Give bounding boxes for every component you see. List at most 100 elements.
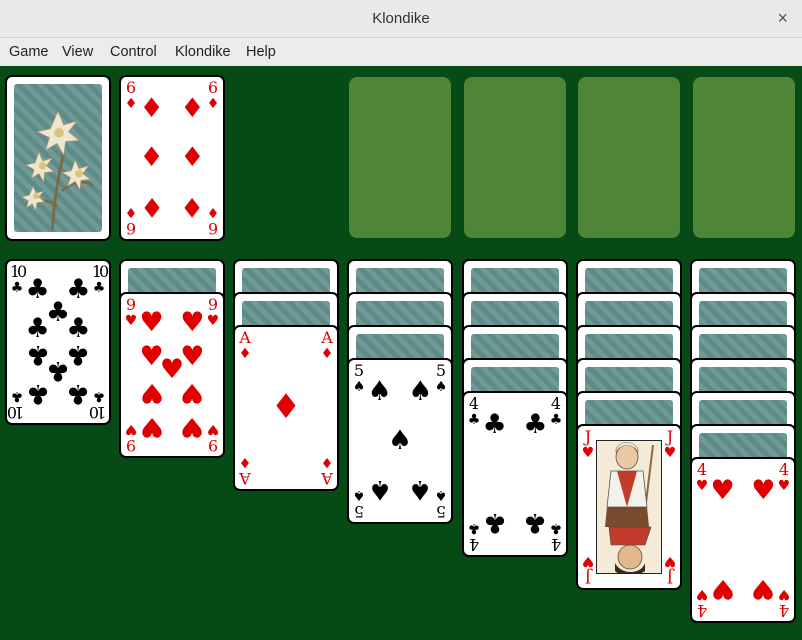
suit-pip-icon: ♥ <box>139 376 164 408</box>
suit-pip-icon: ♣ <box>25 313 50 345</box>
suit-pip-icon: ♦ <box>180 93 205 125</box>
card-rank: 9 <box>125 436 137 455</box>
card-rank: 4 <box>550 394 562 413</box>
card-corner: J ♥ <box>580 427 596 462</box>
tableau-card[interactable]: 10 ♣ 10 ♣ 10 ♣ 10 ♣ ♣ ♣ ♣ ♣ ♣ ♣ ♣ ♣ ♣ ♣ <box>5 259 111 425</box>
card-corner: 6 ♦ <box>123 80 139 113</box>
card-corner: J ♥ <box>662 553 678 587</box>
suit-pip-icon: ♠ <box>387 425 413 456</box>
suit-pip-icon: ♠ <box>408 376 433 408</box>
card-rank: 4 <box>696 460 708 479</box>
tableau-card[interactable]: A ♦ A ♦ A ♦ A ♦ ♦ <box>233 325 339 491</box>
card-suit-icon: ♥ <box>581 553 595 569</box>
close-icon[interactable]: × <box>777 8 788 29</box>
card-suit-icon: ♥ <box>777 478 791 494</box>
card-rank: J <box>584 427 592 446</box>
suit-pip-icon: ♥ <box>751 475 776 507</box>
suit-pip-icon: ♠ <box>408 473 433 505</box>
card-suit-icon: ♥ <box>663 445 677 461</box>
suit-pip-icon: ♦ <box>139 142 164 173</box>
suit-pip-icon: ♥ <box>710 572 735 604</box>
card-suit-icon: ♦ <box>320 454 334 470</box>
card-corner: A ♦ <box>237 454 253 488</box>
card-rank: 9 <box>207 295 219 314</box>
card-rank: A <box>321 469 333 488</box>
card-suit-icon: ♣ <box>467 412 481 428</box>
waste-top-card[interactable]: 6 ♦ 6 ♦ 6 ♦ 6 ♦ ♦ ♦ ♦ ♦ ♦ ♦ <box>119 75 225 241</box>
card-corner: 4 ♥ <box>694 460 710 495</box>
menu-klondike[interactable]: Klondike <box>175 44 231 60</box>
suit-pip-icon: ♥ <box>139 307 164 339</box>
card-back-art <box>14 84 102 232</box>
game-table: 6 ♦ 6 ♦ 6 ♦ 6 ♦ ♦ ♦ ♦ ♦ ♦ ♦ 10 ♣ 10 ♣ 10 ♣ 10 ♣ ♣ ♣ ♣ ♣ ♣ ♣ ♣ ♣ ♣ ♣ 9 ♥ 9… <box>0 66 802 640</box>
card-suit-icon: ♠ <box>434 487 448 503</box>
window-title: Klondike <box>372 10 430 27</box>
tableau-card[interactable]: 4 ♣ 4 ♣ 4 ♣ 4 ♣ ♣ ♣ ♣ ♣ <box>462 391 568 557</box>
menu-help[interactable]: Help <box>246 44 276 60</box>
card-corner: 4 ♥ <box>694 586 710 620</box>
card-suit-icon: ♠ <box>352 379 366 395</box>
suit-pip-icon: ♦ <box>180 142 205 173</box>
foundation-slot[interactable] <box>692 77 795 238</box>
card-corner: A ♦ <box>237 328 253 363</box>
card-corner: 4 ♥ <box>776 462 792 495</box>
card-corner: 4 ♣ <box>548 520 564 554</box>
suit-pip-icon: ♥ <box>139 410 164 442</box>
card-rank: A <box>239 469 251 488</box>
card-rank: 4 <box>468 394 480 413</box>
card-corner: 6 ♦ <box>205 204 221 238</box>
card-suit-icon: ♦ <box>124 204 138 220</box>
card-corner: A ♦ <box>319 454 335 488</box>
stock-pile[interactable] <box>5 75 111 241</box>
card-corner: 4 ♣ <box>466 520 482 554</box>
foundation-slot[interactable] <box>349 77 451 238</box>
card-rank: A <box>321 328 333 347</box>
suit-pip-icon: ♠ <box>367 376 392 408</box>
card-suit-icon: ♣ <box>92 280 106 296</box>
card-corner: J ♥ <box>662 429 678 462</box>
tableau-card[interactable]: J ♥ J ♥ J ♥ J ♥ <box>576 424 682 590</box>
card-corner: 10 ♣ <box>9 262 27 297</box>
card-suit-icon: ♥ <box>124 313 138 329</box>
tableau-card[interactable]: 5 ♠ 5 ♠ 5 ♠ 5 ♠ ♠ ♠ ♠ ♠ ♠ <box>347 358 453 524</box>
card-suit-icon: ♦ <box>124 96 138 112</box>
card-suit-icon: ♥ <box>695 586 709 602</box>
tableau-card[interactable]: 9 ♥ 9 ♥ 9 ♥ 9 ♥ ♥ ♥ ♥ ♥ ♥ ♥ ♥ ♥ ♥ <box>119 292 225 458</box>
card-suit-icon: ♥ <box>777 586 791 602</box>
suit-pip-icon: ♥ <box>180 410 205 442</box>
card-suit-icon: ♥ <box>206 421 220 437</box>
title-bar: Klondike × <box>0 0 802 38</box>
menu-game[interactable]: Game <box>9 44 49 60</box>
suit-pip-icon: ♣ <box>66 313 91 345</box>
card-rank: 10 <box>91 403 107 422</box>
suit-pip-icon: ♦ <box>270 387 302 427</box>
card-corner: J ♥ <box>580 553 596 587</box>
card-rank: 5 <box>435 361 447 380</box>
card-corner: 6 ♦ <box>205 78 221 113</box>
card-rank: 6 <box>125 219 137 238</box>
foundation-slot[interactable] <box>463 77 566 238</box>
card-rank: 5 <box>353 361 365 380</box>
card-suit-icon: ♥ <box>695 478 709 494</box>
card-suit-icon: ♥ <box>124 421 138 437</box>
card-corner: 4 ♣ <box>466 394 482 429</box>
card-corner: 9 ♥ <box>123 421 139 455</box>
menu-view[interactable]: View <box>62 44 93 60</box>
card-rank: 10 <box>9 262 27 281</box>
card-corner: 9 ♥ <box>123 297 139 330</box>
tableau-card[interactable]: 4 ♥ 4 ♥ 4 ♥ 4 ♥ ♥ ♥ ♥ ♥ <box>690 457 796 623</box>
card-suit-icon: ♣ <box>549 412 563 428</box>
foundation-slot[interactable] <box>578 77 680 238</box>
card-rank: 10 <box>9 403 25 422</box>
suit-pip-icon: ♣ <box>25 377 50 409</box>
card-rank: A <box>239 328 251 347</box>
card-corner: 4 ♣ <box>548 394 564 429</box>
menu-control[interactable]: Control <box>110 44 157 60</box>
card-rank: 10 <box>91 262 109 281</box>
card-rank: 4 <box>550 535 562 554</box>
suit-pip-icon: ♦ <box>180 190 205 222</box>
card-corner: 4 ♥ <box>776 586 792 620</box>
card-rank: 6 <box>207 78 219 97</box>
card-rank: 6 <box>207 219 219 238</box>
suit-pip-icon: ♥ <box>180 376 205 408</box>
